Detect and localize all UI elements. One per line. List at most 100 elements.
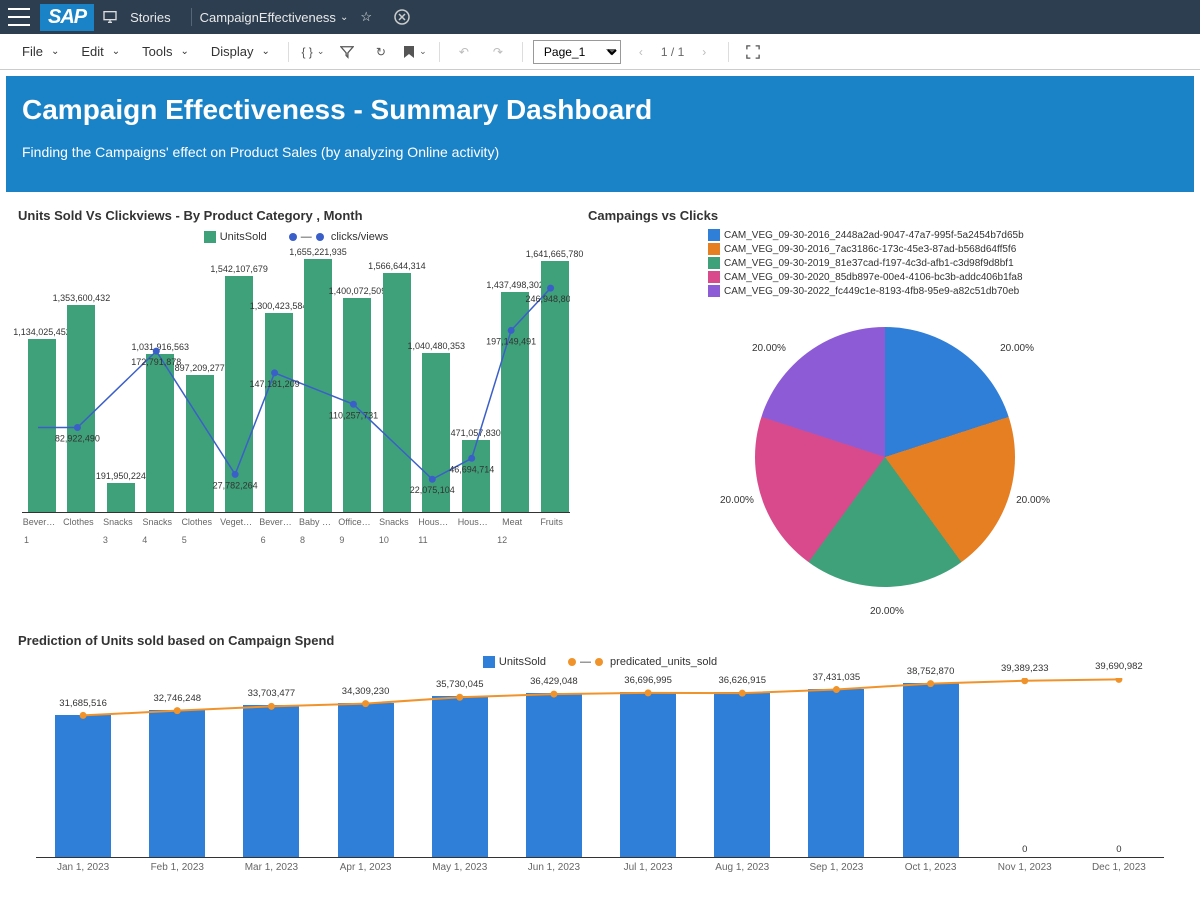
x-label: Jan 1, 2023 (57, 862, 109, 873)
refresh-icon[interactable]: ↻ (367, 38, 395, 66)
x-label: Oct 1, 2023 (905, 862, 957, 873)
favorite-icon[interactable]: ☆ (360, 9, 372, 25)
x-category-label: Clothes (59, 517, 97, 527)
edit-menu[interactable]: Edit⌄ (73, 40, 128, 63)
display-menu[interactable]: Display⌄ (203, 40, 278, 63)
x-label: Nov 1, 2023 (998, 862, 1052, 873)
bar-value-label: 0 (1022, 844, 1027, 855)
x-month-label: 4 (142, 535, 147, 545)
line-value-label: 36,626,915 (718, 675, 766, 686)
bar (225, 276, 253, 512)
pie-chart (755, 327, 1015, 587)
line-value-label: 37,431,035 (813, 672, 861, 683)
bar-value-label: 1,655,221,935 (289, 247, 347, 257)
chart-campaigns-vs-clicks: Campaings vs Clicks CAM_VEG_09-30-2016_2… (586, 204, 1184, 629)
bar (243, 705, 299, 857)
bar (541, 261, 569, 512)
bar (462, 440, 490, 512)
tools-menu[interactable]: Tools⌄ (134, 40, 197, 63)
bar (620, 692, 676, 857)
x-month-label: 9 (339, 535, 344, 545)
chart-prediction-units: Prediction of Units sold based on Campai… (16, 629, 1184, 912)
pie-legend: CAM_VEG_09-30-2016_2448a2ad-9047-47a7-99… (708, 229, 1182, 299)
sap-logo: SAP (40, 4, 94, 31)
line-value-label: 35,730,045 (436, 679, 484, 690)
x-category-label: Bever… (20, 517, 58, 527)
pie-legend-item: CAM_VEG_09-30-2022_fc449c1e-8193-4fb8-95… (708, 285, 1182, 299)
bookmark-icon[interactable]: ⌄ (401, 38, 429, 66)
x-category-label: Snacks (375, 517, 413, 527)
undo-icon[interactable]: ↶ (450, 38, 478, 66)
line-value-label: 34,309,230 (342, 686, 390, 697)
bar (28, 339, 56, 512)
fullscreen-icon[interactable] (739, 38, 767, 66)
x-category-label: Fruits (533, 517, 571, 527)
x-label: Mar 1, 2023 (245, 862, 298, 873)
close-icon[interactable] (394, 9, 410, 25)
bar (714, 692, 770, 857)
x-category-label: Hous… (454, 517, 492, 527)
app-topbar: SAP Stories CampaignEffectiveness⌄ ☆ (0, 0, 1200, 34)
x-label: Jun 1, 2023 (528, 862, 580, 873)
bar (107, 483, 135, 512)
breadcrumb[interactable]: CampaignEffectiveness⌄ (200, 10, 349, 25)
legend-unitssold: UnitsSold (204, 231, 267, 243)
bar-value-label: 471,057,830 (451, 428, 501, 438)
bar (55, 715, 111, 858)
present-icon[interactable] (102, 9, 118, 25)
line-value-label: 31,685,516 (59, 698, 107, 709)
bar-value-label: 1,437,498,302 (486, 280, 544, 290)
stories-link[interactable]: Stories (130, 10, 170, 25)
pie-slice-label: 20.00% (870, 606, 904, 617)
braces-icon[interactable]: { }⌄ (299, 38, 327, 66)
x-category-label: Veget… (217, 517, 255, 527)
page-indicator: 1 / 1 (661, 45, 684, 59)
bar-value-label: 1,040,480,353 (408, 341, 466, 351)
redo-icon[interactable]: ↷ (484, 38, 512, 66)
bar (343, 298, 371, 512)
line-value-label: 38,752,870 (907, 666, 955, 677)
filter-icon[interactable] (333, 38, 361, 66)
pie-title: Campaings vs Clicks (588, 208, 1182, 223)
pie-slice-label: 20.00% (720, 495, 754, 506)
x-label: Apr 1, 2023 (340, 862, 392, 873)
x-month-label: 11 (418, 535, 427, 545)
bar (186, 375, 214, 512)
menu-icon[interactable] (8, 8, 30, 26)
bar-value-label: 1,566,644,314 (368, 261, 426, 271)
line-value-label: 32,746,248 (153, 693, 201, 704)
chart2-title: Prediction of Units sold based on Campai… (18, 633, 1182, 648)
next-page-icon[interactable]: › (690, 38, 718, 66)
toolbar: File⌄ Edit⌄ Tools⌄ Display⌄ { }⌄ ↻ ⌄ ↶ ↷… (0, 34, 1200, 70)
x-category-label: Hous… (414, 517, 452, 527)
legend-predicted: — predicated_units_sold (564, 656, 717, 668)
bar (383, 273, 411, 513)
page-subtitle: Finding the Campaigns' effect on Product… (22, 144, 1178, 160)
bar (432, 696, 488, 857)
x-label: Aug 1, 2023 (715, 862, 769, 873)
prev-page-icon[interactable]: ‹ (627, 38, 655, 66)
bar-value-label: 1,031,916,563 (132, 342, 190, 352)
x-category-label: Clothes (178, 517, 216, 527)
bar-value-label: 0 (1116, 844, 1121, 855)
file-menu[interactable]: File⌄ (14, 40, 67, 63)
x-month-label: 1 (24, 535, 29, 545)
pie-legend-item: CAM_VEG_09-30-2016_7ac3186c-173c-45e3-87… (708, 243, 1182, 257)
line-value-label: 36,696,995 (624, 675, 672, 686)
page-select[interactable]: Page_1 (533, 40, 621, 64)
pie-slice-label: 20.00% (1016, 495, 1050, 506)
bar (903, 683, 959, 857)
chart-units-vs-clickviews: Units Sold Vs Clickviews - By Product Ca… (16, 204, 576, 629)
x-label: Sep 1, 2023 (809, 862, 863, 873)
x-category-label: Baby … (296, 517, 334, 527)
x-category-label: Office… (335, 517, 373, 527)
pie-slice-label: 20.00% (1000, 343, 1034, 354)
x-label: Feb 1, 2023 (151, 862, 204, 873)
line-value-label: 39,690,982 (1095, 661, 1143, 672)
x-month-label: 10 (379, 535, 389, 545)
bar (149, 710, 205, 857)
line-value-label: 36,429,048 (530, 676, 578, 687)
pie-legend-item: CAM_VEG_09-30-2016_2448a2ad-9047-47a7-99… (708, 229, 1182, 243)
bar (526, 693, 582, 857)
x-category-label: Snacks (138, 517, 176, 527)
